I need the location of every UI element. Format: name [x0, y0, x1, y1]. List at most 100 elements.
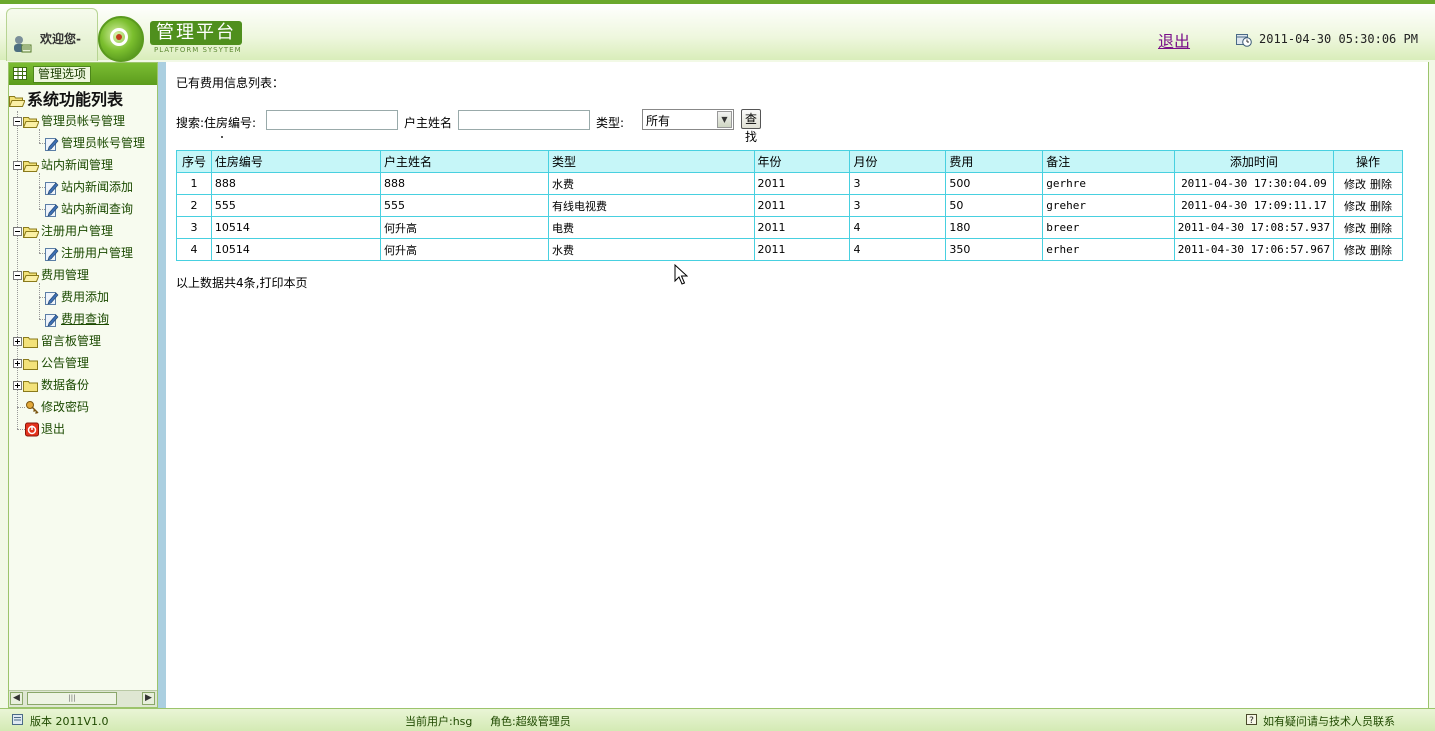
platform-logo-icon: [98, 16, 144, 62]
tree-item-label: 管理员帐号管理: [41, 114, 126, 128]
cell-index: 2: [176, 194, 212, 217]
manage-options-button[interactable]: 管理选项: [33, 66, 92, 83]
key-icon: [26, 401, 39, 415]
tree-item-news-add[interactable]: 站内新闻添加: [45, 177, 133, 197]
collapse-icon[interactable]: [13, 227, 22, 236]
calendar-clock-icon: [1236, 34, 1252, 47]
cell-house-number: 10514: [210, 238, 381, 261]
expand-icon[interactable]: [13, 359, 22, 368]
tree-folder-data-backup[interactable]: 数据备份: [13, 375, 89, 395]
table-header-row: 序号 住房编号 户主姓名 类型 年份 月份 费用 备注 添加时间 操作: [176, 150, 1403, 173]
tree-item-fee-query[interactable]: 费用查询: [45, 309, 109, 329]
cell-house-number: 888: [210, 172, 381, 195]
edit-page-icon: [45, 248, 59, 261]
decorative-dot: [221, 136, 223, 138]
tree-item-label: 注册用户管理: [61, 246, 134, 260]
tree-item-label: 数据备份: [41, 378, 90, 392]
tree-item-exit[interactable]: 退出: [25, 419, 65, 439]
cell-owner-name: 888: [379, 172, 550, 195]
mouse-pointer-icon: [674, 264, 688, 285]
tree-root: 系统功能列表: [9, 89, 123, 111]
find-button[interactable]: 查找: [741, 109, 762, 144]
cell-index: 4: [176, 238, 212, 261]
scroll-thumb[interactable]: |||: [27, 692, 117, 705]
tree-folder-message-board[interactable]: 留言板管理: [13, 331, 101, 351]
page-title: 已有费用信息列表：: [176, 76, 285, 90]
column-header: 序号: [176, 150, 212, 173]
cell-month: 4: [849, 216, 947, 239]
type-select-value: 所有: [646, 114, 671, 128]
cell-remark: erher: [1042, 238, 1175, 261]
folder-open-icon: [23, 226, 39, 238]
table-row: 4 10514 何升高 水费 2011 4 350 erher 2011-04-…: [176, 238, 1403, 261]
cell-year: 2011: [753, 238, 851, 261]
column-header: 备注: [1042, 150, 1175, 173]
tree-folder-registered-users[interactable]: 注册用户管理: [13, 221, 113, 241]
owner-name-input[interactable]: [458, 110, 590, 130]
scroll-right-icon[interactable]: ▶: [142, 692, 155, 705]
expand-icon[interactable]: [13, 337, 22, 346]
tree-connector: [17, 429, 25, 430]
current-user-text: 当前用户:hsg: [405, 715, 473, 728]
edit-page-icon: [45, 138, 59, 151]
tree-item-admin-accounts[interactable]: 管理员帐号管理: [45, 133, 145, 153]
tree-folder-admin-accounts[interactable]: 管理员帐号管理: [13, 111, 125, 131]
cell-actions: 修改 删除: [1333, 216, 1403, 239]
sidebar-header: 管理选项: [9, 63, 157, 85]
table-row: 1 888 888 水费 2011 3 500 gerhre 2011-04-3…: [176, 172, 1403, 195]
cell-fee: 180: [945, 216, 1044, 239]
cell-type: 有线电视费: [548, 194, 755, 217]
tree-item-news-query[interactable]: 站内新闻查询: [45, 199, 133, 219]
house-number-input[interactable]: [266, 110, 398, 130]
fee-table: 序号 住房编号 户主姓名 类型 年份 月份 费用 备注 添加时间 操作 1 88…: [176, 150, 1403, 261]
status-bar: 版本 2011V1.0 当前用户:hsg 角色:超级管理员 ? 如有疑问请与技术…: [0, 708, 1435, 731]
collapse-icon[interactable]: [13, 161, 22, 170]
welcome-text: 欢迎您-: [40, 32, 81, 46]
panel-splitter[interactable]: [158, 62, 166, 708]
delete-link[interactable]: 删除: [1370, 178, 1392, 191]
tree-item-label: 管理员帐号管理: [61, 136, 146, 150]
cell-type: 电费: [548, 216, 755, 239]
tree-connector: [17, 407, 25, 408]
logout-link[interactable]: 退出: [1158, 28, 1190, 52]
sidebar-horizontal-scrollbar[interactable]: ◀ ||| ▶: [9, 690, 157, 707]
tree-item-label: 费用添加: [61, 290, 110, 304]
edit-link[interactable]: 修改: [1344, 200, 1366, 213]
folder-open-icon: [23, 270, 39, 282]
tree-root-label: 系统功能列表: [27, 90, 124, 109]
cell-remark: greher: [1042, 194, 1175, 217]
cell-type: 水费: [548, 238, 755, 261]
folder-open-icon: [23, 160, 39, 172]
cell-type: 水费: [548, 172, 755, 195]
cell-added-time: 2011-04-30 17:30:04.09: [1173, 172, 1335, 195]
platform-title: 管理平台: [150, 21, 242, 45]
edit-link[interactable]: 修改: [1344, 178, 1366, 191]
delete-link[interactable]: 删除: [1370, 222, 1392, 235]
tree-item-registered-users[interactable]: 注册用户管理: [45, 243, 133, 263]
version-text: 版本 2011V1.0: [30, 715, 109, 728]
cell-fee: 350: [945, 238, 1044, 261]
grid-icon: [13, 67, 27, 80]
cell-added-time: 2011-04-30 17:09:11.17: [1173, 194, 1335, 217]
collapse-icon[interactable]: [13, 271, 22, 280]
folder-closed-icon: [23, 358, 38, 370]
tree-folder-announcements[interactable]: 公告管理: [13, 353, 89, 373]
folder-closed-icon: [23, 380, 38, 392]
delete-link[interactable]: 删除: [1370, 200, 1392, 213]
tree-item-fee-add[interactable]: 费用添加: [45, 287, 109, 307]
tree-folder-fees[interactable]: 费用管理: [13, 265, 89, 285]
tree-item-change-password[interactable]: 修改密码: [25, 397, 89, 417]
edit-link[interactable]: 修改: [1344, 222, 1366, 235]
chevron-down-icon[interactable]: ▼: [717, 111, 732, 128]
cell-house-number: 10514: [210, 216, 381, 239]
table-row: 3 10514 何升高 电费 2011 4 180 breer 2011-04-…: [176, 216, 1403, 239]
type-select[interactable]: 所有 ▼: [642, 109, 734, 130]
collapse-icon[interactable]: [13, 117, 22, 126]
tree-folder-site-news[interactable]: 站内新闻管理: [13, 155, 113, 175]
expand-icon[interactable]: [13, 381, 22, 390]
delete-link[interactable]: 删除: [1370, 244, 1392, 257]
cell-added-time: 2011-04-30 17:06:57.967: [1173, 238, 1335, 261]
edit-link[interactable]: 修改: [1344, 244, 1366, 257]
folder-open-icon: [23, 116, 39, 128]
scroll-left-icon[interactable]: ◀: [10, 692, 23, 705]
